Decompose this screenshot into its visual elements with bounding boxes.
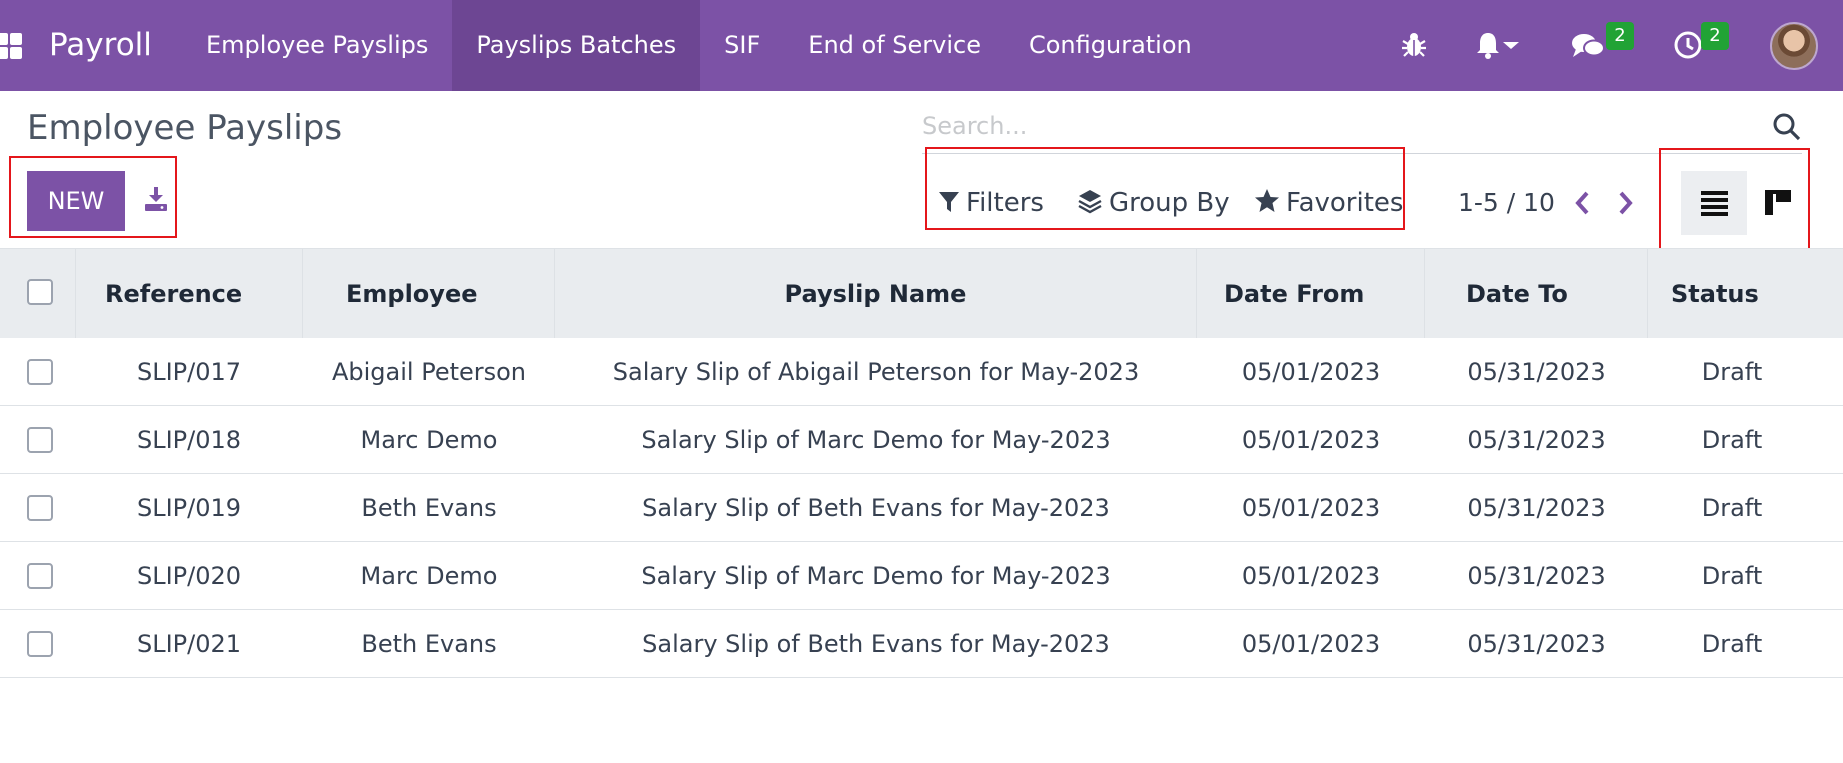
cell-date-from: 05/01/2023 [1241, 358, 1381, 386]
star-icon [1255, 189, 1279, 212]
cell-date-from: 05/01/2023 [1241, 494, 1381, 522]
pager-previous-icon[interactable] [1568, 183, 1598, 223]
filter-icon [939, 192, 959, 212]
cell-payslip-name: Salary Slip of Marc Demo for May-2023 [641, 562, 1111, 590]
group-by-label: Group By [1109, 188, 1230, 218]
apps-icon[interactable] [0, 33, 28, 61]
cell-date-to: 05/31/2023 [1467, 494, 1606, 522]
download-icon[interactable] [143, 185, 169, 213]
row-checkbox[interactable] [27, 359, 53, 385]
kanban-view-button[interactable] [1745, 171, 1811, 235]
bug-icon[interactable] [1398, 29, 1430, 61]
column-header-employee[interactable]: Employee [303, 249, 555, 339]
table-row[interactable]: SLIP/017 Abigail Peterson Salary Slip of… [0, 338, 1843, 406]
select-all-checkbox[interactable] [27, 279, 53, 305]
table-row[interactable]: SLIP/019 Beth Evans Salary Slip of Beth … [0, 474, 1843, 542]
cell-payslip-name: Salary Slip of Abigail Peterson for May-… [612, 358, 1140, 386]
cell-date-to: 05/31/2023 [1467, 358, 1606, 386]
cell-employee: Marc Demo [360, 562, 498, 590]
menu-configuration[interactable]: Configuration [1005, 0, 1216, 91]
app-brand[interactable]: Payroll [49, 0, 152, 91]
table-header: Reference Employee Payslip Name Date Fro… [0, 248, 1843, 339]
menu-employee-payslips[interactable]: Employee Payslips [182, 0, 452, 91]
row-checkbox[interactable] [27, 427, 53, 453]
favorites-label: Favorites [1286, 188, 1404, 218]
cell-date-to: 05/31/2023 [1467, 630, 1606, 658]
page-title: Employee Payslips [27, 108, 343, 148]
search-input[interactable] [922, 106, 1722, 146]
list-view-button[interactable] [1681, 171, 1747, 235]
kanban-view-icon [1765, 190, 1791, 215]
activities-badge: 2 [1701, 22, 1729, 50]
cell-employee: Beth Evans [361, 630, 497, 658]
row-checkbox[interactable] [27, 563, 53, 589]
cell-payslip-name: Salary Slip of Beth Evans for May-2023 [642, 630, 1110, 658]
column-header-date-to[interactable]: Date To [1425, 249, 1648, 339]
layers-icon [1078, 190, 1102, 214]
menu-end-of-service[interactable]: End of Service [784, 0, 1005, 91]
cell-employee: Beth Evans [361, 494, 497, 522]
cell-status: Draft [1701, 358, 1763, 386]
cell-payslip-name: Salary Slip of Marc Demo for May-2023 [641, 426, 1111, 454]
column-header-reference[interactable]: Reference [75, 249, 303, 339]
cell-reference: SLIP/018 [136, 426, 242, 454]
search-icon[interactable] [1772, 112, 1802, 142]
list-view-icon [1701, 191, 1728, 216]
column-header-payslip-name[interactable]: Payslip Name [555, 249, 1197, 339]
cell-date-to: 05/31/2023 [1467, 562, 1606, 590]
cell-reference: SLIP/020 [136, 562, 242, 590]
chat-icon[interactable] [1570, 29, 1606, 61]
cell-reference: SLIP/021 [136, 630, 242, 658]
cell-status: Draft [1701, 562, 1763, 590]
cell-status: Draft [1701, 630, 1763, 658]
filters-label: Filters [966, 188, 1044, 218]
table-row[interactable]: SLIP/020 Marc Demo Salary Slip of Marc D… [0, 542, 1843, 610]
table-row[interactable]: SLIP/021 Beth Evans Salary Slip of Beth … [0, 610, 1843, 678]
messages-badge: 2 [1606, 22, 1634, 50]
cell-employee: Abigail Peterson [331, 358, 527, 386]
cell-reference: SLIP/019 [136, 494, 242, 522]
cell-status: Draft [1701, 494, 1763, 522]
pager-next-icon[interactable] [1610, 183, 1640, 223]
column-header-date-from[interactable]: Date From [1197, 249, 1425, 339]
filters-button[interactable]: Filters [938, 183, 1044, 223]
menu-sif[interactable]: SIF [700, 0, 784, 91]
cell-employee: Marc Demo [360, 426, 498, 454]
favorites-button[interactable]: Favorites [1254, 183, 1403, 223]
row-checkbox[interactable] [27, 495, 53, 521]
cell-date-from: 05/01/2023 [1241, 562, 1381, 590]
clock-icon[interactable] [1672, 29, 1704, 61]
user-avatar[interactable] [1770, 22, 1818, 70]
column-header-status[interactable]: Status [1648, 249, 1843, 339]
cell-date-from: 05/01/2023 [1241, 630, 1381, 658]
main-menu: Employee Payslips Payslips Batches SIF E… [182, 0, 1216, 91]
cell-status: Draft [1701, 426, 1763, 454]
cell-date-to: 05/31/2023 [1467, 426, 1606, 454]
chevron-down-icon[interactable] [1500, 29, 1522, 61]
top-navbar: Payroll Employee Payslips Payslips Batch… [0, 0, 1843, 91]
row-checkbox[interactable] [27, 631, 53, 657]
group-by-button[interactable]: Group By [1077, 183, 1230, 223]
pager-value[interactable]: 1-5 / 10 [1458, 183, 1555, 223]
cell-payslip-name: Salary Slip of Beth Evans for May-2023 [642, 494, 1110, 522]
new-button[interactable]: NEW [27, 171, 125, 231]
table-row[interactable]: SLIP/018 Marc Demo Salary Slip of Marc D… [0, 406, 1843, 474]
menu-payslips-batches[interactable]: Payslips Batches [452, 0, 701, 91]
cell-reference: SLIP/017 [136, 358, 242, 386]
cell-date-from: 05/01/2023 [1241, 426, 1381, 454]
